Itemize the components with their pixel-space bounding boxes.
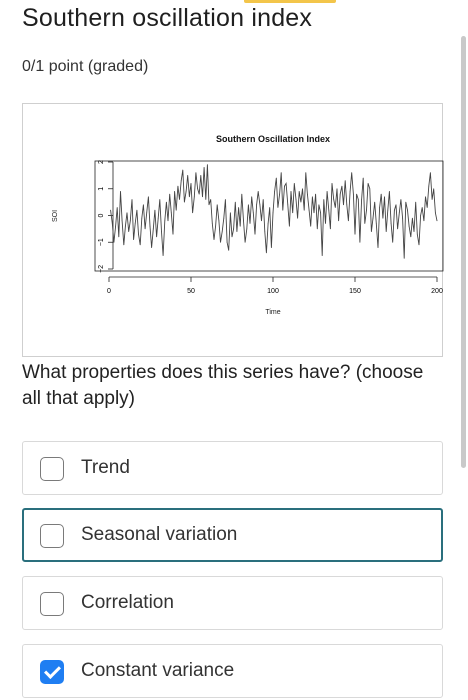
option-seasonal-variation[interactable]: Seasonal variation <box>22 508 443 562</box>
soi-chart: Southern Oscillation Index −2 −1 0 1 2 0 50 10… <box>52 134 444 316</box>
points-status: 0/1 point (graded) <box>22 58 149 75</box>
top-accent-bar <box>244 0 336 3</box>
checkbox[interactable] <box>40 457 64 481</box>
y-axis: −2 −1 0 1 2 <box>98 160 114 273</box>
y-tick-label: 0 <box>98 213 105 217</box>
y-axis-label: SOI <box>52 210 59 222</box>
x-tick-label: 200 <box>431 288 443 295</box>
option-constant-variance[interactable]: Constant variance <box>22 644 443 698</box>
option-trend[interactable]: Trend <box>22 441 443 495</box>
y-tick-label: 2 <box>98 160 105 164</box>
checkbox[interactable] <box>40 524 64 548</box>
checkbox[interactable] <box>40 592 64 616</box>
x-axis-label: Time <box>265 309 280 316</box>
y-tick-label: −2 <box>98 265 105 273</box>
option-label: Correlation <box>81 592 174 613</box>
option-correlation[interactable]: Correlation <box>22 576 443 630</box>
x-axis: 0 50 100 150 200 <box>107 276 443 295</box>
series-points <box>110 164 438 259</box>
x-tick-label: 150 <box>349 288 361 295</box>
y-tick-label: 1 <box>98 187 105 191</box>
series-line-soi <box>110 164 438 259</box>
page-title: Southern oscillation index <box>22 4 313 32</box>
x-tick-label: 100 <box>267 288 279 295</box>
scrollbar[interactable] <box>461 36 466 468</box>
x-tick-label: 0 <box>107 288 111 295</box>
option-label: Trend <box>81 457 130 478</box>
option-label: Seasonal variation <box>81 524 238 545</box>
chart-title: Southern Oscillation Index <box>216 134 330 144</box>
x-tick-label: 50 <box>187 288 195 295</box>
figure-frame: Southern Oscillation Index −2 −1 0 1 2 0 50 10… <box>22 103 444 357</box>
checkbox-checked-icon[interactable] <box>40 660 64 684</box>
y-tick-label: −1 <box>98 238 105 246</box>
option-label: Constant variance <box>81 660 235 681</box>
question-text: What properties does this series have? (… <box>22 362 424 409</box>
